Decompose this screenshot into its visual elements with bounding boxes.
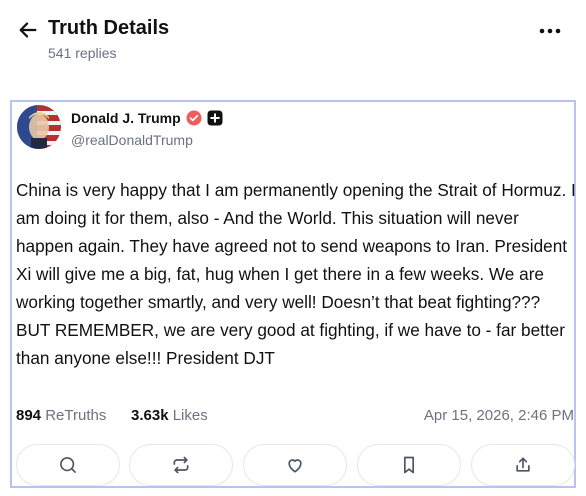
reply-button[interactable] bbox=[16, 444, 120, 486]
retruth-button[interactable] bbox=[129, 444, 233, 486]
retruths-label: ReTruths bbox=[45, 407, 107, 424]
likes-label: Likes bbox=[172, 407, 208, 424]
bookmark-button[interactable] bbox=[357, 444, 461, 486]
author-name-row: Donald J. Trump bbox=[71, 109, 223, 127]
post-stats: 894 ReTruths 3.63k Likes Apr 15, 2026, 2… bbox=[16, 407, 574, 429]
retruths-count: 894 bbox=[16, 407, 42, 424]
share-icon bbox=[516, 457, 530, 472]
replies-count: 541 replies bbox=[48, 45, 117, 61]
verified-badge-icon bbox=[186, 110, 202, 126]
avatar-image bbox=[17, 105, 61, 149]
page-header: Truth Details 541 replies bbox=[0, 0, 586, 70]
retruths-stat[interactable]: 894 ReTruths bbox=[16, 407, 106, 424]
arrow-left-icon bbox=[19, 22, 37, 38]
repost-icon bbox=[173, 456, 189, 474]
like-button[interactable] bbox=[243, 444, 347, 486]
likes-count: 3.63k bbox=[131, 407, 169, 424]
more-options-button[interactable] bbox=[532, 18, 568, 44]
more-horizontal-icon bbox=[539, 28, 561, 34]
author-display-name[interactable]: Donald J. Trump bbox=[71, 110, 181, 126]
plus-badge-icon bbox=[207, 110, 223, 126]
avatar[interactable] bbox=[17, 105, 61, 149]
post-card: Donald J. Trump @realDonaldTrump China i… bbox=[10, 100, 576, 488]
comment-icon bbox=[60, 457, 76, 473]
heart-icon bbox=[288, 459, 302, 473]
page-title: Truth Details bbox=[48, 17, 170, 39]
post-actions-bar bbox=[16, 444, 575, 488]
back-button[interactable] bbox=[14, 16, 42, 44]
likes-stat[interactable]: 3.63k Likes bbox=[131, 407, 208, 424]
bookmark-icon bbox=[404, 456, 414, 474]
author-handle[interactable]: @realDonaldTrump bbox=[71, 132, 193, 148]
post-body-text: China is very happy that I am permanentl… bbox=[16, 180, 576, 368]
share-button[interactable] bbox=[471, 444, 575, 486]
post-timestamp: Apr 15, 2026, 2:46 PM bbox=[423, 407, 574, 424]
